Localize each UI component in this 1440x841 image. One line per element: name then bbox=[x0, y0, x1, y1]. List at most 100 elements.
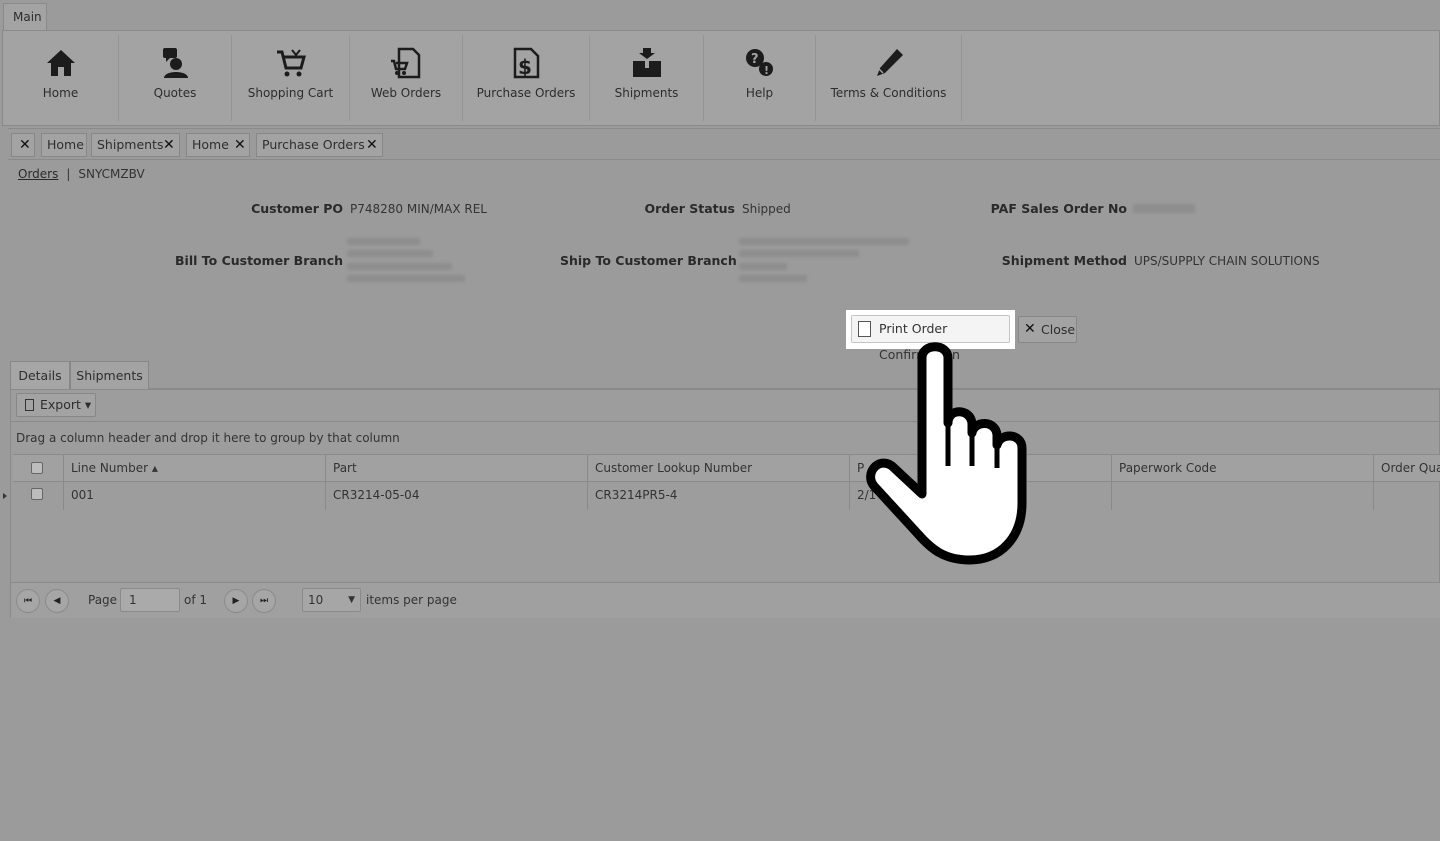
grid-header: Line Number ▴ Part Customer Lookup Numbe… bbox=[13, 454, 1440, 482]
close-icon: ✕ bbox=[19, 137, 31, 153]
close-icon[interactable]: ✕ bbox=[234, 134, 246, 156]
close-icon[interactable]: ✕ bbox=[163, 134, 175, 156]
column-header-paperwork-code[interactable]: Paperwork Code bbox=[1111, 455, 1373, 482]
order-status-value: Shipped bbox=[742, 202, 791, 216]
ribbon-label: Shipments bbox=[614, 86, 679, 100]
redacted-ship-to-line bbox=[739, 275, 807, 282]
tab-label: Shipments bbox=[76, 368, 143, 383]
shipment-method-value: UPS/SUPPLY CHAIN SOLUTIONS bbox=[1134, 254, 1320, 268]
tab-details[interactable]: Details bbox=[10, 361, 70, 389]
tab-label: Details bbox=[18, 368, 62, 383]
ribbon-terms-button[interactable]: Terms & Conditions bbox=[816, 35, 962, 121]
grid-toolbar: Export ▾ bbox=[11, 390, 1440, 422]
redacted-ship-to-line bbox=[739, 263, 787, 270]
cell-hidden bbox=[979, 482, 1111, 510]
tab-home[interactable]: Home bbox=[41, 133, 87, 157]
cell-order-quantity bbox=[1373, 482, 1440, 510]
print-order-confirmation-highlight: Print Order Confirmation bbox=[846, 310, 1015, 362]
last-page-button[interactable]: ⏭ bbox=[252, 589, 276, 613]
tab-shipments[interactable]: Shipments ✕ bbox=[91, 133, 180, 157]
cell-line-number: 001 bbox=[63, 482, 325, 510]
close-button[interactable]: ✕ Close bbox=[1018, 316, 1077, 343]
ribbon-label: Terms & Conditions bbox=[830, 86, 947, 100]
ribbon-shipments-button[interactable]: Shipments bbox=[590, 35, 704, 121]
redacted-bill-to-line bbox=[347, 250, 433, 257]
help-icon: ? ! bbox=[745, 49, 773, 77]
ribbon-home-button[interactable]: Home bbox=[3, 35, 119, 121]
document-tabs: ✕ Home Shipments ✕ Home ✕ Purchase Order… bbox=[8, 128, 1440, 160]
group-by-hint: Drag a column header and drop it here to… bbox=[16, 431, 400, 445]
print-order-confirmation-button[interactable]: Print Order Confirmation bbox=[851, 315, 1010, 362]
items-per-page-label: items per page bbox=[366, 593, 457, 607]
row-checkbox[interactable] bbox=[31, 488, 43, 500]
select-all-cell bbox=[13, 455, 63, 482]
ribbon-label: Help bbox=[745, 86, 774, 100]
column-header-hidden[interactable] bbox=[979, 455, 1111, 482]
page-size-value: 10 bbox=[308, 593, 324, 607]
row-select-cell bbox=[13, 482, 63, 510]
ribbon-web-orders-button[interactable]: Web Orders bbox=[350, 35, 463, 121]
page-input[interactable]: 1 bbox=[120, 588, 180, 612]
order-status-label: Order Status bbox=[644, 201, 735, 216]
close-icon: ✕ bbox=[1024, 321, 1036, 337]
document-icon bbox=[25, 399, 34, 411]
customer-po-value: P748280 MIN/MAX REL bbox=[350, 202, 487, 216]
cell-part: CR3214-05-04 bbox=[325, 482, 587, 510]
pager: ⏮ ◀ Page 1 of 1 ▶ ⏭ 10 ▼ items per page bbox=[11, 582, 1440, 618]
column-header-customer-lookup[interactable]: Customer Lookup Number bbox=[587, 455, 849, 482]
paf-sales-order-label: PAF Sales Order No bbox=[990, 201, 1127, 216]
breadcrumb-separator: | bbox=[66, 167, 71, 181]
purchase-orders-icon: $ bbox=[513, 47, 540, 79]
first-page-button[interactable]: ⏮ bbox=[16, 589, 40, 613]
ribbon-tabbar: Main bbox=[0, 0, 1440, 31]
ribbon-label: Quotes bbox=[153, 86, 197, 100]
shipments-icon bbox=[632, 48, 661, 77]
home-icon bbox=[46, 50, 75, 76]
ribbon-label: Shopping Cart bbox=[247, 86, 334, 100]
breadcrumb-orders-link[interactable]: Orders bbox=[18, 167, 58, 181]
tab-home-2[interactable]: Home ✕ bbox=[186, 133, 250, 157]
prev-page-button[interactable]: ◀ bbox=[45, 589, 69, 613]
next-page-button[interactable]: ▶ bbox=[224, 589, 248, 613]
ribbon-shopping-cart-button[interactable]: Shopping Cart bbox=[232, 35, 350, 121]
close-all-tabs-button[interactable]: ✕ bbox=[11, 133, 35, 157]
ribbon-help-button[interactable]: ? ! Help bbox=[704, 35, 816, 121]
export-label: Export ▾ bbox=[40, 397, 92, 412]
cell-customer-lookup: CR3214PR5-4 bbox=[587, 482, 849, 510]
document-icon bbox=[858, 321, 871, 337]
redacted-bill-to-line bbox=[347, 238, 420, 245]
web-orders-icon bbox=[391, 47, 421, 79]
column-header-part[interactable]: Part bbox=[325, 455, 587, 482]
ribbon-tab-main[interactable]: Main bbox=[3, 3, 47, 31]
redacted-bill-to-line bbox=[347, 275, 465, 282]
column-header-p[interactable]: P bbox=[849, 455, 979, 482]
table-row[interactable]: 001 CR3214-05-04 CR3214PR5-4 2/1 bbox=[13, 482, 1440, 510]
tab-detail-shipments[interactable]: Shipments bbox=[70, 361, 149, 389]
row-indicator-icon bbox=[3, 493, 7, 499]
breadcrumb-current: SNYCMZBV bbox=[78, 167, 145, 181]
bill-to-label: Bill To Customer Branch bbox=[175, 253, 343, 268]
detail-tabs: Details Shipments bbox=[10, 361, 1440, 389]
ribbon-quotes-button[interactable]: Quotes bbox=[119, 35, 232, 121]
page-size-select[interactable]: 10 ▼ bbox=[302, 588, 361, 612]
column-header-order-quantity[interactable]: Order Quan bbox=[1373, 455, 1440, 482]
cell-paperwork-code bbox=[1111, 482, 1373, 510]
redacted-paf-number bbox=[1133, 204, 1195, 213]
export-button[interactable]: Export ▾ bbox=[16, 393, 96, 417]
ribbon: Home Quotes Shopping Cart Web Orders $ P… bbox=[2, 30, 1440, 126]
close-button-label: Close bbox=[1041, 322, 1076, 337]
shopping-cart-icon bbox=[276, 49, 306, 77]
select-all-checkbox[interactable] bbox=[31, 462, 43, 474]
column-header-line-number[interactable]: Line Number ▴ bbox=[63, 455, 325, 482]
page-count-label: of 1 bbox=[184, 593, 208, 607]
tab-purchase-orders[interactable]: Purchase Orders ✕ bbox=[256, 133, 383, 157]
pen-icon bbox=[876, 49, 903, 76]
redacted-ship-to-line bbox=[739, 238, 909, 245]
shipment-method-label: Shipment Method bbox=[1001, 253, 1127, 268]
breadcrumb: Orders | SNYCMZBV bbox=[18, 167, 145, 181]
redacted-bill-to-line bbox=[347, 263, 452, 270]
redacted-ship-to-line bbox=[739, 250, 859, 257]
ribbon-purchase-orders-button[interactable]: $ Purchase Orders bbox=[463, 35, 590, 121]
customer-po-label: Customer PO bbox=[251, 201, 343, 216]
close-icon[interactable]: ✕ bbox=[366, 134, 378, 156]
